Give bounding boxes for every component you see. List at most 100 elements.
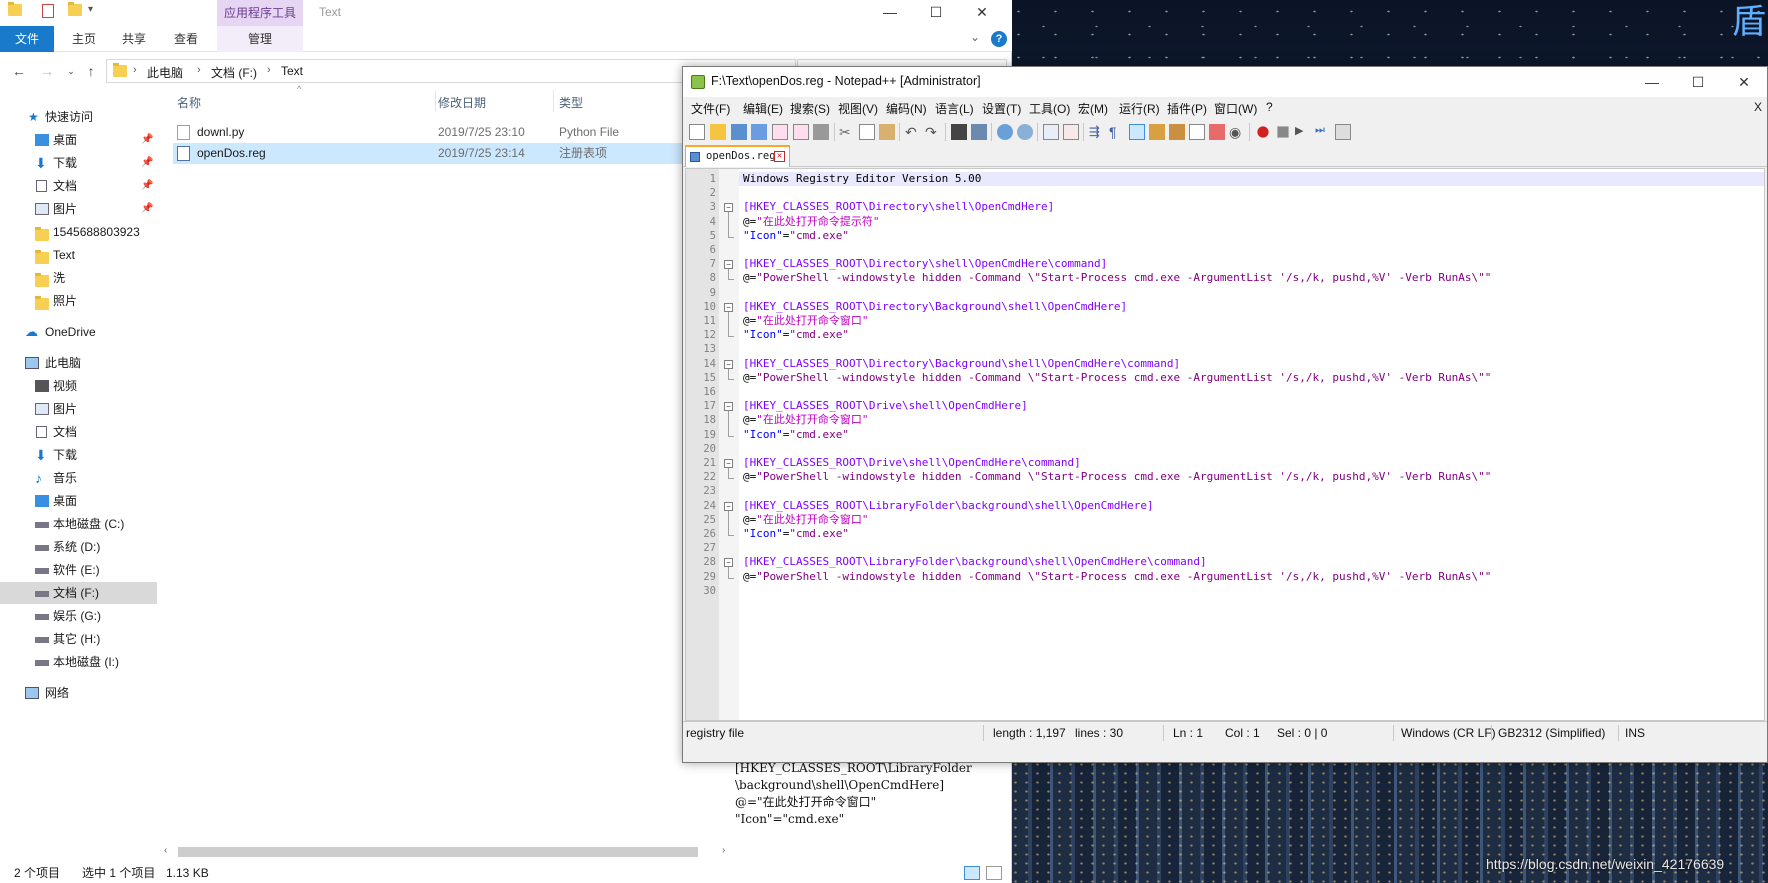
redo-icon[interactable]: ↷ xyxy=(925,124,941,140)
pin-icon[interactable]: 📌 xyxy=(141,175,153,197)
npp-minimize-button[interactable]: — xyxy=(1629,70,1675,96)
code-line[interactable]: "Icon"="cmd.exe" xyxy=(743,428,849,442)
close-tab-icon[interactable]: ✕ xyxy=(774,151,785,162)
nav-onedrive[interactable]: ☁ OneDrive xyxy=(0,321,157,343)
column-header-type[interactable]: 类型 xyxy=(559,94,583,111)
scroll-left-icon[interactable]: ‹ xyxy=(164,845,167,856)
breadcrumb-text[interactable]: Text xyxy=(281,64,303,78)
menu-run[interactable]: 运行(R) xyxy=(1119,100,1160,117)
sync-horizontal-icon[interactable] xyxy=(1063,124,1079,140)
menu-view[interactable]: 视图(V) xyxy=(838,100,878,117)
monitoring-eye-icon[interactable]: ◉ xyxy=(1229,124,1245,140)
tab-file[interactable]: 文件 xyxy=(0,26,54,52)
fold-toggle-icon[interactable]: − xyxy=(724,459,733,468)
code-line[interactable]: @="PowerShell -windowstyle hidden -Comma… xyxy=(743,371,1491,385)
doc-map-icon[interactable] xyxy=(1169,124,1185,140)
tab-manage[interactable]: 管理 xyxy=(217,26,303,52)
menu-help[interactable]: ? xyxy=(1266,100,1273,114)
menu-search[interactable]: 搜索(S) xyxy=(790,100,830,117)
save-icon[interactable] xyxy=(731,124,747,140)
document-tab[interactable]: openDos.reg ✕ xyxy=(685,145,790,167)
fold-toggle-icon[interactable]: − xyxy=(724,402,733,412)
column-header-modified[interactable]: 修改日期 xyxy=(438,94,486,111)
menu-plugins[interactable]: 插件(P) xyxy=(1167,100,1207,117)
column-divider[interactable] xyxy=(553,90,554,112)
horizontal-scrollbar[interactable]: ‹ › xyxy=(162,844,737,860)
tab-share[interactable]: 共享 xyxy=(114,26,154,52)
play-macro-icon[interactable]: ▶ xyxy=(1295,124,1311,140)
code-line[interactable]: [HKEY_CLASSES_ROOT\Drive\shell\OpenCmdHe… xyxy=(743,399,1028,413)
code-line[interactable]: @="在此处打开命令窗口" xyxy=(743,413,869,427)
column-divider[interactable] xyxy=(435,90,436,112)
fold-toggle-icon[interactable]: − xyxy=(724,558,733,568)
nav-downloads[interactable]: ⬇ 下载 📌 xyxy=(0,152,157,174)
code-line[interactable]: @="PowerShell -windowstyle hidden -Comma… xyxy=(743,570,1491,584)
recent-chevron-icon[interactable]: ⌄ xyxy=(62,62,80,80)
up-arrow-icon[interactable]: ↑ xyxy=(82,62,100,80)
nav-documents[interactable]: 文档 📌 xyxy=(0,175,157,197)
close-all-icon[interactable] xyxy=(793,124,809,140)
user-language-icon[interactable] xyxy=(1149,124,1165,140)
fold-toggle-icon[interactable]: − xyxy=(724,203,733,213)
menu-file[interactable]: 文件(F) xyxy=(691,100,730,117)
large-icons-view-icon[interactable] xyxy=(986,866,1002,880)
code-area[interactable]: Windows Registry Editor Version 5.00 [HKE… xyxy=(739,169,1764,720)
save-macro-icon[interactable] xyxy=(1335,124,1351,140)
record-macro-icon[interactable] xyxy=(1257,126,1269,138)
chevron-right-icon[interactable]: › xyxy=(267,64,271,76)
close-document-button[interactable]: X xyxy=(1754,100,1762,114)
sync-vertical-icon[interactable] xyxy=(1043,124,1059,140)
zoom-out-icon[interactable] xyxy=(1017,124,1033,140)
indent-guide-icon[interactable] xyxy=(1129,124,1145,140)
find-icon[interactable] xyxy=(951,124,967,140)
nav-network[interactable]: 网络 xyxy=(0,682,157,704)
menu-encoding[interactable]: 编码(N) xyxy=(886,100,927,117)
code-line[interactable]: @="在此处打开命令提示符" xyxy=(743,215,880,229)
code-line[interactable]: "Icon"="cmd.exe" xyxy=(743,328,849,342)
scroll-right-icon[interactable]: › xyxy=(722,845,725,856)
menu-settings[interactable]: 设置(T) xyxy=(982,100,1021,117)
code-line[interactable]: [HKEY_CLASSES_ROOT\Directory\shell\OpenC… xyxy=(743,200,1054,214)
stop-macro-icon[interactable] xyxy=(1277,126,1289,138)
pin-icon[interactable]: 📌 xyxy=(141,152,153,174)
word-wrap-icon[interactable]: ⇶ xyxy=(1089,124,1105,140)
scroll-thumb[interactable] xyxy=(178,847,698,857)
undo-icon[interactable]: ↶ xyxy=(905,124,921,140)
code-line[interactable]: "Icon"="cmd.exe" xyxy=(743,527,849,541)
nav-desktop[interactable]: 桌面 📌 xyxy=(0,129,157,151)
nav-this-pc[interactable]: 此电脑 xyxy=(0,352,157,374)
nav-drive-e[interactable]: 软件 (E:) xyxy=(0,559,157,581)
breadcrumb-drive-f[interactable]: 文档 (F:) xyxy=(211,64,257,81)
npp-maximize-button[interactable]: ☐ xyxy=(1675,70,1721,96)
menu-edit[interactable]: 编辑(E) xyxy=(743,100,783,117)
code-line[interactable]: [HKEY_CLASSES_ROOT\LibraryFolder\backgro… xyxy=(743,555,1207,569)
column-header-name[interactable]: 名称 xyxy=(177,94,201,111)
code-line[interactable]: "Icon"="cmd.exe" xyxy=(743,229,849,243)
paste-icon[interactable] xyxy=(879,124,895,140)
chevron-right-icon[interactable]: › xyxy=(133,64,137,76)
help-icon[interactable]: ? xyxy=(991,31,1007,47)
nav-music[interactable]: ♪ 音乐 xyxy=(0,467,157,489)
forward-arrow-icon[interactable]: → xyxy=(38,62,56,80)
tab-home[interactable]: 主页 xyxy=(64,26,104,52)
nav-drive-i[interactable]: 本地磁盘 (I:) xyxy=(0,651,157,673)
code-line[interactable]: @="在此处打开命令窗口" xyxy=(743,513,869,527)
nav-quick-access[interactable]: ★ 快速访问 xyxy=(0,106,157,128)
nav-drive-g[interactable]: 娱乐 (G:) xyxy=(0,605,157,627)
nav-folder-text[interactable]: Text xyxy=(0,244,157,266)
open-file-icon[interactable] xyxy=(710,124,726,140)
new-folder-icon[interactable] xyxy=(68,2,82,20)
quick-access-chevron-icon[interactable]: ▾ xyxy=(88,4,102,20)
code-line[interactable]: [HKEY_CLASSES_ROOT\Directory\Background\… xyxy=(743,300,1127,314)
code-line[interactable]: @="PowerShell -windowstyle hidden -Comma… xyxy=(743,470,1491,484)
close-file-icon[interactable] xyxy=(772,124,788,140)
code-line[interactable]: [HKEY_CLASSES_ROOT\Drive\shell\OpenCmdHe… xyxy=(743,456,1081,470)
fold-toggle-icon[interactable]: − xyxy=(724,302,733,312)
print-icon[interactable] xyxy=(813,124,829,140)
nav-pictures[interactable]: 图片 📌 xyxy=(0,198,157,220)
nav-drive-c[interactable]: 本地磁盘 (C:) xyxy=(0,513,157,535)
nav-pc-desktop[interactable]: 桌面 xyxy=(0,490,157,512)
close-button[interactable]: ✕ xyxy=(959,0,1005,26)
menu-language[interactable]: 语言(L) xyxy=(935,100,974,117)
nav-pc-documents[interactable]: 文档 xyxy=(0,421,157,443)
